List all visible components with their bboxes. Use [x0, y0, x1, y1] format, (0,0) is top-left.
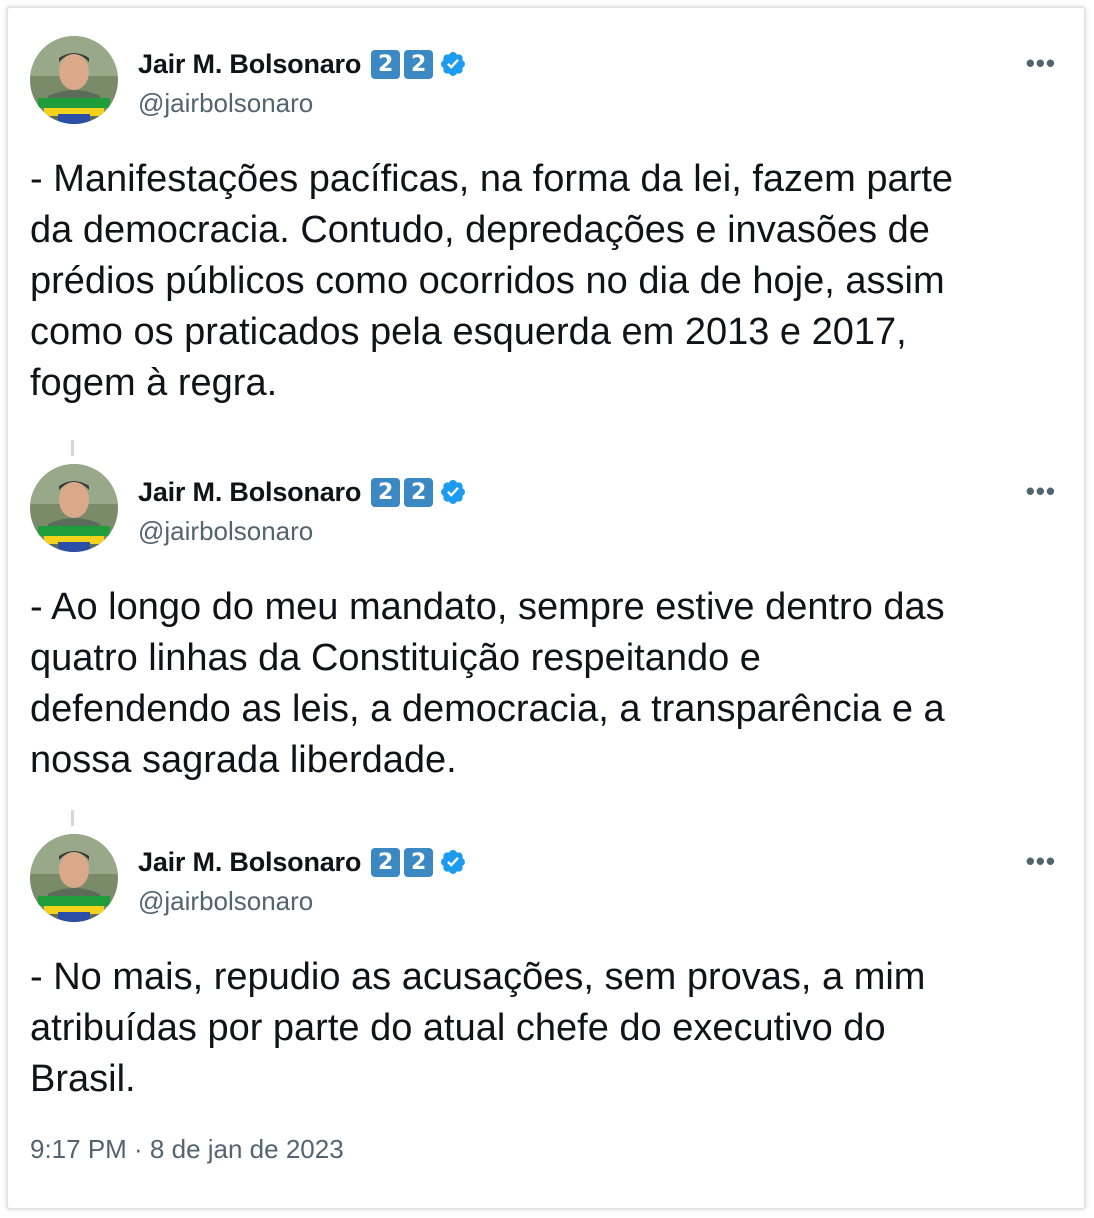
number-badge: 2	[371, 49, 401, 79]
verified-badge-icon	[439, 848, 467, 876]
tweet-text: - Ao longo do meu mandato, sempre estive…	[30, 586, 945, 781]
avatar[interactable]	[30, 464, 118, 552]
thread-connector	[71, 810, 74, 826]
display-name[interactable]: Jair M. Bolsonaro	[138, 477, 361, 508]
verified-badge-icon	[439, 50, 467, 78]
number-badge: 2	[404, 49, 434, 79]
display-name[interactable]: Jair M. Bolsonaro	[138, 847, 361, 878]
avatar[interactable]	[30, 36, 118, 124]
number-badge: 2	[371, 847, 401, 877]
number-badge: 2	[404, 847, 434, 877]
user-handle[interactable]: @jairbolsonaro	[138, 516, 467, 547]
avatar-image	[30, 464, 118, 552]
more-options-icon[interactable]: •••	[1026, 476, 1056, 507]
user-handle[interactable]: @jairbolsonaro	[138, 88, 467, 119]
tweet-text: - No mais, repudio as acusações, sem pro…	[30, 956, 926, 1100]
user-handle[interactable]: @jairbolsonaro	[138, 886, 467, 917]
tweet-text: - Manifestações pacíficas, na forma da l…	[30, 158, 953, 404]
number-badge: 2	[404, 477, 434, 507]
avatar-image	[30, 36, 118, 124]
avatar-image	[30, 834, 118, 922]
number-badge: 2	[371, 477, 401, 507]
more-options-icon[interactable]: •••	[1026, 48, 1056, 79]
verified-badge-icon	[439, 478, 467, 506]
tweet-timestamp[interactable]: 9:17 PM · 8 de jan de 2023	[30, 1134, 344, 1165]
more-options-icon[interactable]: •••	[1026, 846, 1056, 877]
tweet-thread-card: Jair M. Bolsonaro 2 2 @jairbolsonaro •••…	[6, 6, 1086, 1210]
display-name[interactable]: Jair M. Bolsonaro	[138, 49, 361, 80]
avatar[interactable]	[30, 834, 118, 922]
thread-connector	[71, 440, 74, 456]
